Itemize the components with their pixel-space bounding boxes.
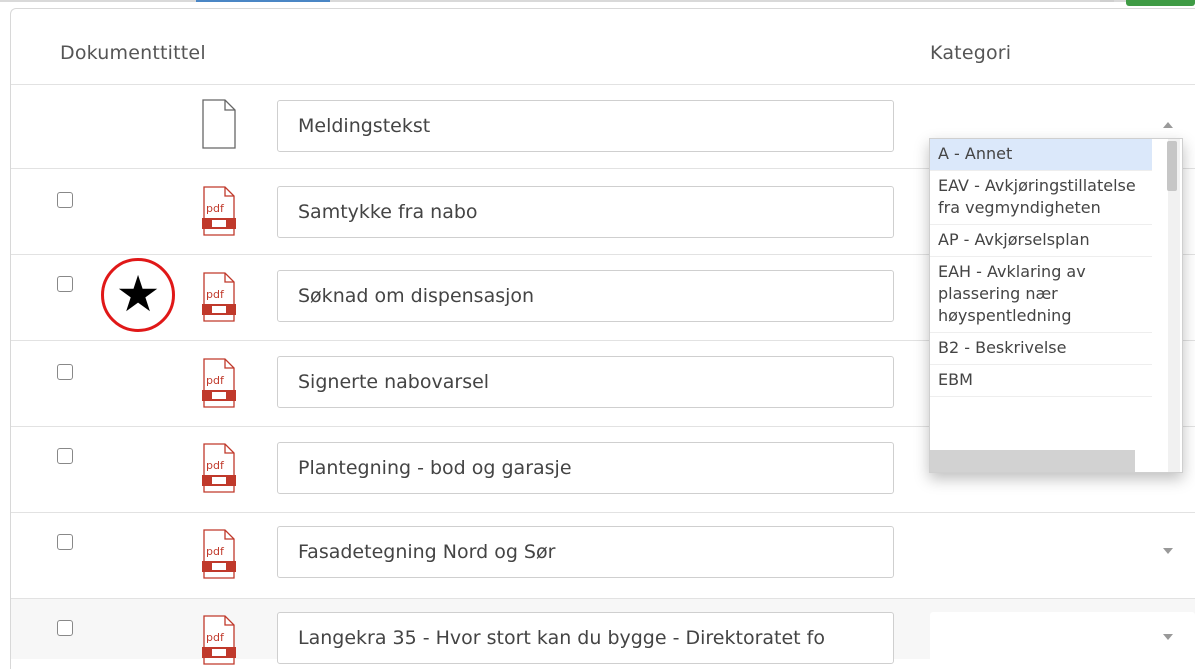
chevron-down-icon [1163,634,1173,640]
dropdown-option[interactable]: EAH - Avklaring av plassering nær høyspe… [930,257,1152,333]
document-title-input[interactable]: Søknad om dispensasjon [277,270,894,322]
pdf-icon: pdf [202,443,236,493]
chevron-up-icon [1163,122,1173,128]
dropdown-option[interactable]: AP - Avkjørselsplan [930,225,1152,257]
row-checkbox[interactable] [57,364,73,380]
star-marker-circle: ★ [101,258,175,332]
category-dropdown-list[interactable]: A - Annet EAV - Avkjøringstillatelse fra… [929,138,1183,473]
dropdown-option-selected[interactable]: A - Annet [930,139,1152,171]
document-title-input[interactable]: Fasadetegning Nord og Sør [277,526,894,578]
column-header-title: Dokumenttittel [60,42,206,64]
active-tab-indicator[interactable] [196,0,330,2]
document-title-input[interactable]: Samtykke fra nabo [277,186,894,238]
dropdown-option[interactable]: EBM [930,365,1152,397]
dropdown-option[interactable]: B2 - Beskrivelse [930,333,1152,365]
svg-text:pdf: pdf [206,202,225,215]
document-row: pdf Fasadetegning Nord og Sør [11,512,1195,599]
svg-text:pdf: pdf [206,545,225,558]
document-icon [202,99,236,149]
row-checkbox[interactable] [57,192,73,208]
svg-text:pdf: pdf [206,459,225,472]
document-title-input[interactable]: Signerte nabovarsel [277,356,894,408]
dropdown-horizontal-scrollbar[interactable] [930,450,1135,472]
category-select[interactable] [930,612,1195,664]
chevron-down-icon [1163,548,1173,554]
pdf-icon: pdf [202,272,236,322]
dropdown-scrollbar-thumb[interactable] [1167,141,1177,191]
star-icon: ★ [115,265,161,323]
document-title-input[interactable]: Plantegning - bod og garasje [277,442,894,494]
pdf-icon: pdf [202,186,236,236]
document-title-input[interactable]: Langekra 35 - Hvor stort kan du bygge - … [277,612,894,664]
top-border [0,0,1195,2]
row-checkbox[interactable] [57,534,73,550]
row-checkbox[interactable] [57,276,73,292]
document-row: pdf Langekra 35 - Hvor stort kan du bygg… [11,598,1195,665]
top-control-fragment[interactable] [1100,0,1114,2]
pdf-icon: pdf [202,358,236,408]
pdf-icon: pdf [202,615,236,665]
svg-text:pdf: pdf [206,288,225,301]
pdf-icon: pdf [202,529,236,579]
category-select[interactable] [930,526,1195,578]
green-action-button[interactable] [1126,0,1195,6]
row-checkbox[interactable] [57,448,73,464]
svg-text:pdf: pdf [206,374,225,387]
document-title-input[interactable]: Meldingstekst [277,100,894,152]
dropdown-scrollbar[interactable] [1167,139,1180,472]
svg-text:pdf: pdf [206,631,225,644]
column-header-category: Kategori [930,42,1012,64]
dropdown-option[interactable]: EAV - Avkjøringstillatelse fra vegmyndig… [930,171,1152,225]
row-checkbox[interactable] [57,620,73,636]
